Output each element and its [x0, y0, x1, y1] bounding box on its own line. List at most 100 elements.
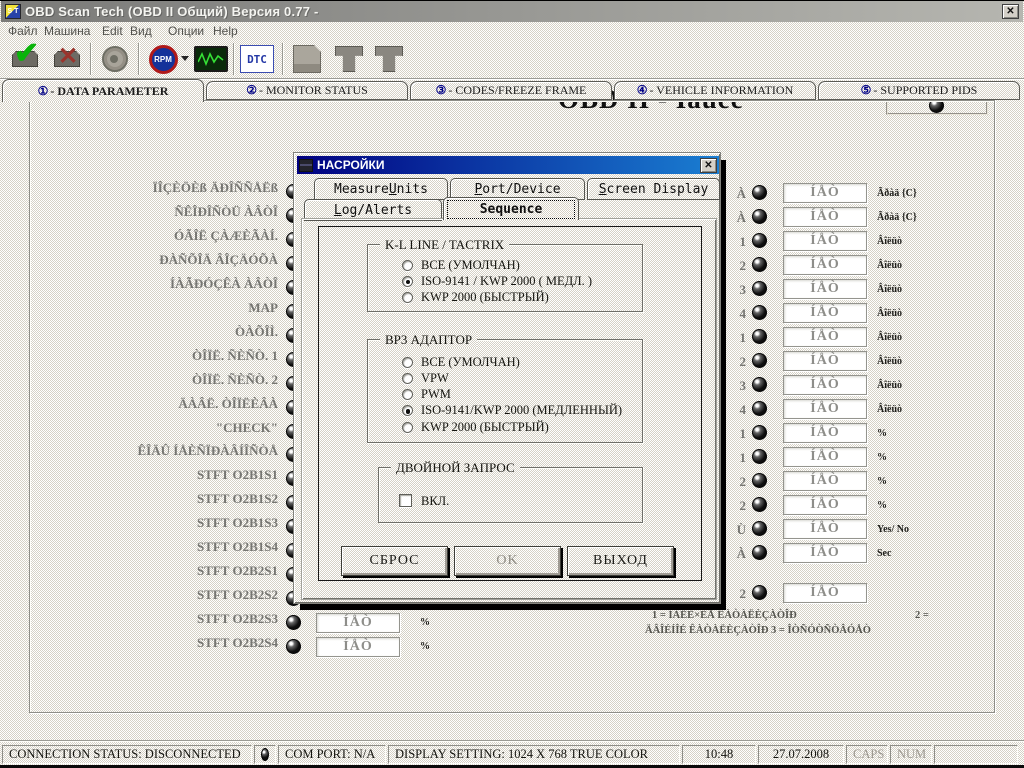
status-led [286, 615, 301, 630]
radio-label: ISO-9141 / KWP 2000 ( МЕДЛ. ) [421, 274, 592, 289]
window-titlebar: S T OBD Scan Tech (OBD II Общий) Версия … [1, 1, 1023, 22]
toolbar-separator [233, 43, 235, 75]
rpm-dropdown-arrow[interactable] [181, 56, 189, 61]
unit-label: Âîëüò [877, 380, 902, 391]
value-box: ÍÅÒ [783, 543, 867, 563]
dialog-titlebar: НАСРОЙКИ ✕ [297, 156, 719, 174]
tab--supported-pids[interactable]: ⑤- SUPPORTED PIDS [818, 81, 1020, 100]
param-label-fragment: 2 [726, 258, 746, 274]
group-caption: K-L LINE / TACTRIX [380, 237, 509, 253]
radio-option[interactable]: KWP 2000 (БЫСТРЫЙ) [402, 420, 549, 434]
dtc-codes-button[interactable]: DTC [238, 42, 276, 76]
tab-label: - CODES/FREEZE FRAME [448, 83, 586, 98]
unit-label: Ãðàä {C} [877, 188, 917, 199]
toolbar-separator [282, 43, 284, 75]
radio-option[interactable]: VPW [402, 371, 449, 385]
unit-label: Âîëüò [877, 284, 902, 295]
menu-item-машина[interactable]: Машина [44, 24, 90, 38]
param-label-fragment: 3 [726, 282, 746, 298]
dialog-tab-measure-units[interactable]: Measure Units [314, 178, 448, 200]
radio-icon [402, 276, 413, 287]
unit-label: Âîëüò [877, 332, 902, 343]
note-line-2: ÄÂÎÉÍÎÉ ÊÀÒÀËÈÇÀÒÎÐ 3 = ÎÒÑÓÒÑÒÂÓÅÒ [645, 625, 871, 636]
param-label: STFT O2B2S3 [36, 611, 278, 635]
tab--codes-freeze-frame[interactable]: ③- CODES/FREEZE FRAME [410, 81, 612, 100]
connect-check-icon: ✔ [14, 36, 39, 71]
connector-b-button[interactable] [370, 42, 408, 76]
value-box: ÍÅÒ [783, 231, 867, 251]
value-box: ÍÅÒ [783, 447, 867, 467]
toolbar-separator [138, 43, 140, 75]
param-label: STFT O2B2S4 [36, 635, 278, 659]
log-film-icon [102, 46, 128, 72]
window-close-button[interactable]: ✕ [1002, 4, 1019, 19]
status-led [752, 257, 767, 272]
dialog-tab-screen-display[interactable]: Screen Display [587, 178, 720, 200]
radio-option[interactable]: ISO-9141 / KWP 2000 ( МЕДЛ. ) [402, 274, 592, 288]
rpm-gauge-button[interactable]: RPM [144, 42, 182, 76]
param-label: STFT O2B1S4 [36, 539, 278, 563]
reset-button[interactable]: СБРОС [341, 546, 448, 576]
status-led [752, 185, 767, 200]
exit-button[interactable]: ВЫХОД [567, 546, 674, 576]
status-led [286, 639, 301, 654]
disconnect-cross-icon: ✕ [58, 42, 78, 71]
dialog-close-button[interactable]: ✕ [700, 158, 717, 173]
param-label-fragment: 4 [726, 402, 746, 418]
menu-item-edit[interactable]: Edit [102, 24, 123, 38]
value-box: ÍÅÒ [783, 207, 867, 227]
status-cell-4: 10:48 [682, 745, 756, 764]
param-label-fragment: À [726, 210, 746, 226]
unit-label: % [877, 476, 887, 487]
unit-label: Âîëüò [877, 260, 902, 271]
status-led [752, 449, 767, 464]
status-led [752, 281, 767, 296]
radio-label: KWP 2000 (БЫСТРЫЙ) [421, 290, 549, 305]
tab--data-parameter[interactable]: ①- DATA PARAMETER [2, 79, 204, 102]
param-label: ÒÎÏË. ÑÈÑÒ. 1 [36, 348, 278, 372]
status-cell-7: NUM [890, 745, 932, 764]
log-button[interactable] [96, 42, 134, 76]
value-box: ÍÅÒ [783, 279, 867, 299]
param-label: STFT O2B1S2 [36, 491, 278, 515]
connector-a-button[interactable] [330, 42, 368, 76]
radio-icon [402, 357, 413, 368]
disconnect-button[interactable]: ✕ [48, 42, 86, 76]
radio-option[interactable]: ВСЕ (УМОЛЧАН) [402, 355, 520, 369]
param-label-fragment: À [726, 186, 746, 202]
menu-item-help[interactable]: Help [213, 24, 238, 38]
enable-checkbox[interactable] [399, 494, 412, 507]
param-label: ÄÀÂË. ÒÎÏËÈÂÀ [36, 396, 278, 420]
tab--monitor-status[interactable]: ②- MONITOR STATUS [206, 81, 408, 100]
menu-bar: ФайлМашинаEditВидОпцииHelp [0, 22, 1024, 40]
dialog-tab-sequence[interactable]: Sequence [443, 197, 579, 220]
radio-option[interactable]: KWP 2000 (БЫСТРЫЙ) [402, 291, 549, 305]
connect-button[interactable]: ✔ [6, 42, 44, 76]
unit-label: Yes/ No [877, 524, 909, 535]
memory-card-icon [293, 45, 321, 73]
radio-option[interactable]: ВСЕ (УМОЛЧАН) [402, 258, 520, 272]
status-led [752, 377, 767, 392]
menu-item-опции[interactable]: Опции [168, 24, 204, 38]
value-box: ÍÅÒ [316, 613, 400, 633]
oscilloscope-button[interactable] [192, 42, 230, 76]
menu-item-вид[interactable]: Вид [130, 24, 152, 38]
radio-icon [402, 292, 413, 303]
tab-label: - VEHICLE INFORMATION [649, 83, 793, 98]
status-cell-1 [254, 745, 276, 764]
radio-icon [402, 405, 413, 416]
param-label: STFT O2B2S2 [36, 587, 278, 611]
statusbar-divider [0, 740, 1024, 742]
tab--vehicle-information[interactable]: ④- VEHICLE INFORMATION [614, 81, 816, 100]
settings-dialog: НАСРОЙКИ ✕ Measure UnitsPort/DeviceScree… [293, 152, 721, 604]
param-label-fragment: 2 [726, 498, 746, 514]
radio-option[interactable]: PWM [402, 388, 451, 402]
param-label-fragment: 2 [726, 354, 746, 370]
radio-option[interactable]: ISO-9141/KWP 2000 (МЕДЛЕННЫЙ) [402, 404, 622, 418]
value-box: ÍÅÒ [783, 303, 867, 323]
radio-selected-dot [406, 409, 410, 413]
radio-icon [402, 373, 413, 384]
status-cell-3: DISPLAY SETTING: 1024 X 768 TRUE COLOR [388, 745, 680, 764]
group-box-dual-request: ДВОЙНОЙ ЗАПРОСВКЛ. [378, 467, 643, 523]
memory-card-button[interactable] [288, 42, 326, 76]
